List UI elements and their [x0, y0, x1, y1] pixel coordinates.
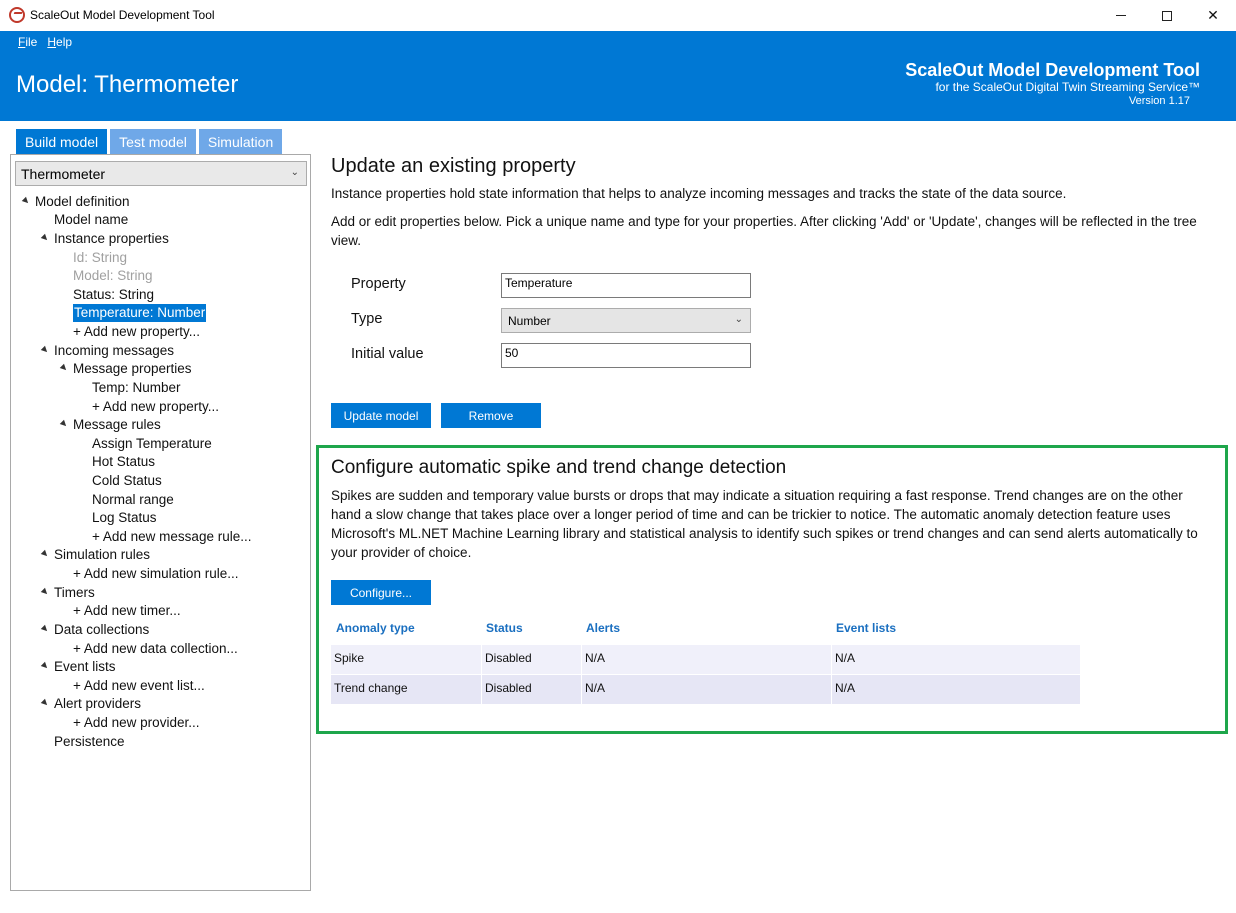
tree-node-rule-log[interactable]: Log Status	[92, 509, 157, 527]
close-button[interactable]: ✕	[1190, 0, 1236, 31]
chevron-down-icon: ⌄	[290, 167, 299, 178]
property-editor-desc1: Instance properties hold state informati…	[331, 186, 1067, 201]
menu-bar: File Help	[18, 35, 72, 49]
cell-anomaly-type: Trend change	[334, 681, 408, 695]
tab-build-model[interactable]: Build model	[16, 129, 108, 154]
chevron-down-icon: ⌄	[734, 314, 743, 325]
tree-node-rule-assign[interactable]: Assign Temperature	[92, 435, 212, 453]
tree-node-add-timer[interactable]: + Add new timer...	[73, 602, 181, 620]
cell-alerts: N/A	[581, 645, 831, 674]
minimize-button[interactable]	[1098, 0, 1144, 31]
expand-arrow-icon[interactable]	[40, 345, 50, 355]
anomaly-description: Spikes are sudden and temporary value bu…	[331, 488, 1198, 560]
cell-event-lists: N/A	[831, 645, 1080, 674]
tree-node-temp[interactable]: Temp: Number	[92, 379, 181, 397]
model-select-value: Thermometer	[21, 165, 106, 182]
expand-arrow-icon[interactable]	[40, 661, 50, 671]
initial-value-label: Initial value	[351, 346, 424, 362]
expand-arrow-icon[interactable]	[40, 624, 50, 634]
menu-help[interactable]: Help	[47, 35, 72, 49]
model-tree-panel: Thermometer ⌄ Model definition Model nam…	[10, 154, 311, 891]
cell-status: Disabled	[481, 645, 581, 674]
tree-node-id[interactable]: Id: String	[73, 249, 127, 267]
cell-status: Disabled	[481, 675, 581, 704]
tree-node-data-collections[interactable]: Data collections	[54, 621, 149, 639]
version-label: Version 1.17	[1128, 95, 1190, 107]
type-label: Type	[351, 311, 383, 327]
app-logo-icon	[9, 7, 25, 23]
window-title: ScaleOut Model Development Tool	[30, 8, 215, 22]
tree-node-rule-cold[interactable]: Cold Status	[92, 472, 162, 490]
property-label: Property	[351, 276, 406, 292]
column-header-event-lists[interactable]: Event lists	[836, 621, 896, 635]
initial-value-input[interactable]: 50	[501, 343, 751, 368]
tree-node-event-lists[interactable]: Event lists	[54, 658, 116, 676]
column-header-status[interactable]: Status	[486, 621, 523, 635]
minimize-icon	[1116, 15, 1126, 16]
tree-node-message-properties[interactable]: Message properties	[73, 360, 192, 378]
app-header: File Help Model: Thermometer ScaleOut Mo…	[0, 31, 1236, 121]
expand-arrow-icon[interactable]	[59, 419, 69, 429]
table-row[interactable]: Spike Disabled N/A N/A	[331, 645, 1080, 674]
tree-node-add-sim-rule[interactable]: + Add new simulation rule...	[73, 565, 238, 583]
model-select[interactable]: Thermometer ⌄	[15, 161, 307, 186]
tree-node-add-provider[interactable]: + Add new provider...	[73, 714, 199, 732]
expand-arrow-icon[interactable]	[40, 233, 50, 243]
expand-arrow-icon[interactable]	[40, 587, 50, 597]
title-bar: ScaleOut Model Development Tool ✕	[0, 0, 1236, 31]
configure-button[interactable]: Configure...	[331, 580, 431, 605]
tab-test-model[interactable]: Test model	[110, 129, 196, 154]
tree-node-add-data-collection[interactable]: + Add new data collection...	[73, 640, 238, 658]
expand-arrow-icon[interactable]	[40, 698, 50, 708]
tree-node-status[interactable]: Status: String	[73, 286, 154, 304]
column-header-alerts[interactable]: Alerts	[586, 621, 620, 635]
maximize-icon	[1162, 10, 1172, 21]
cell-anomaly-type: Spike	[334, 651, 365, 665]
expand-arrow-icon[interactable]	[40, 549, 50, 559]
brand-subtitle: for the ScaleOut Digital Twin Streaming …	[935, 80, 1200, 94]
property-editor-heading: Update an existing property	[331, 155, 576, 177]
page-title: Model: Thermometer	[16, 71, 239, 98]
type-select-value: Number	[508, 314, 551, 328]
column-header-anomaly-type[interactable]: Anomaly type	[336, 621, 415, 635]
tree-node-message-rules[interactable]: Message rules	[73, 416, 161, 434]
cell-event-lists: N/A	[831, 675, 1080, 704]
tree-node-temperature[interactable]: Temperature: Number	[73, 304, 207, 322]
cell-alerts: N/A	[581, 675, 831, 704]
anomaly-heading: Configure automatic spike and trend chan…	[331, 457, 787, 478]
menu-file[interactable]: File	[18, 35, 37, 49]
tree-node-alert-providers[interactable]: Alert providers	[54, 695, 141, 713]
tab-simulation[interactable]: Simulation	[198, 129, 283, 154]
table-row[interactable]: Trend change Disabled N/A N/A	[331, 675, 1080, 704]
brand-title: ScaleOut Model Development Tool	[905, 60, 1200, 80]
expand-arrow-icon[interactable]	[21, 196, 31, 206]
tree-node-add-msg-property[interactable]: + Add new property...	[92, 398, 219, 416]
tree-node-timers[interactable]: Timers	[54, 584, 95, 602]
brand-block: ScaleOut Model Development Tool for the …	[905, 60, 1200, 107]
tree-node-rule-normal[interactable]: Normal range	[92, 491, 174, 509]
maximize-button[interactable]	[1144, 0, 1190, 31]
tree-node-persistence[interactable]: Persistence	[54, 733, 125, 751]
type-select[interactable]: Number ⌄	[501, 308, 751, 333]
tree-node-add-rule[interactable]: + Add new message rule...	[92, 528, 251, 546]
tree-node-model[interactable]: Model: String	[73, 267, 153, 285]
tree-node-model-definition[interactable]: Model definition	[35, 193, 130, 211]
tree-node-add-event-list[interactable]: + Add new event list...	[73, 677, 205, 695]
tree-node-rule-hot[interactable]: Hot Status	[92, 453, 155, 471]
tree-node-add-property[interactable]: + Add new property...	[73, 323, 200, 341]
property-editor-desc2: Add or edit properties below. Pick a uni…	[331, 214, 1197, 248]
close-icon: ✕	[1207, 7, 1219, 23]
tree-node-incoming-messages[interactable]: Incoming messages	[54, 342, 174, 360]
tree-node-simulation-rules[interactable]: Simulation rules	[54, 546, 150, 564]
tree-node-model-name[interactable]: Model name	[54, 211, 128, 229]
remove-button[interactable]: Remove	[441, 403, 541, 428]
tree-node-instance-properties[interactable]: Instance properties	[54, 230, 169, 248]
update-model-button[interactable]: Update model	[331, 403, 431, 428]
expand-arrow-icon[interactable]	[59, 363, 69, 373]
tab-bar: Build model Test model Simulation	[16, 129, 283, 154]
property-name-input[interactable]: Temperature	[501, 273, 751, 298]
